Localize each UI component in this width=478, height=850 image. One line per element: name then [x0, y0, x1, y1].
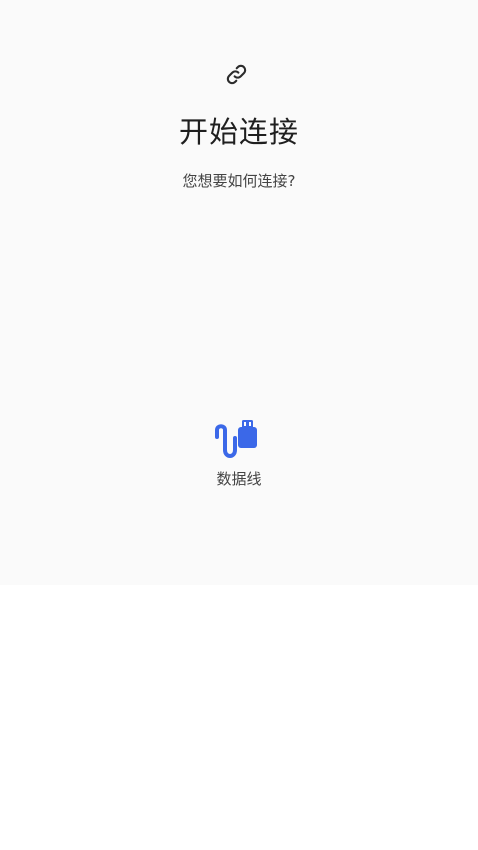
- connection-screen: 开始连接 您想要如何连接? 数据线: [0, 0, 478, 850]
- page-title: 开始连接: [178, 115, 299, 149]
- link-icon: [226, 64, 247, 85]
- page-subtitle: 您想要如何连接?: [182, 172, 296, 190]
- usb-cable-option[interactable]: 数据线: [190, 410, 288, 502]
- usb-cable-option-label: 数据线: [216, 470, 262, 488]
- lower-blank-area: [0, 585, 478, 850]
- usb-cable-icon: [215, 420, 257, 458]
